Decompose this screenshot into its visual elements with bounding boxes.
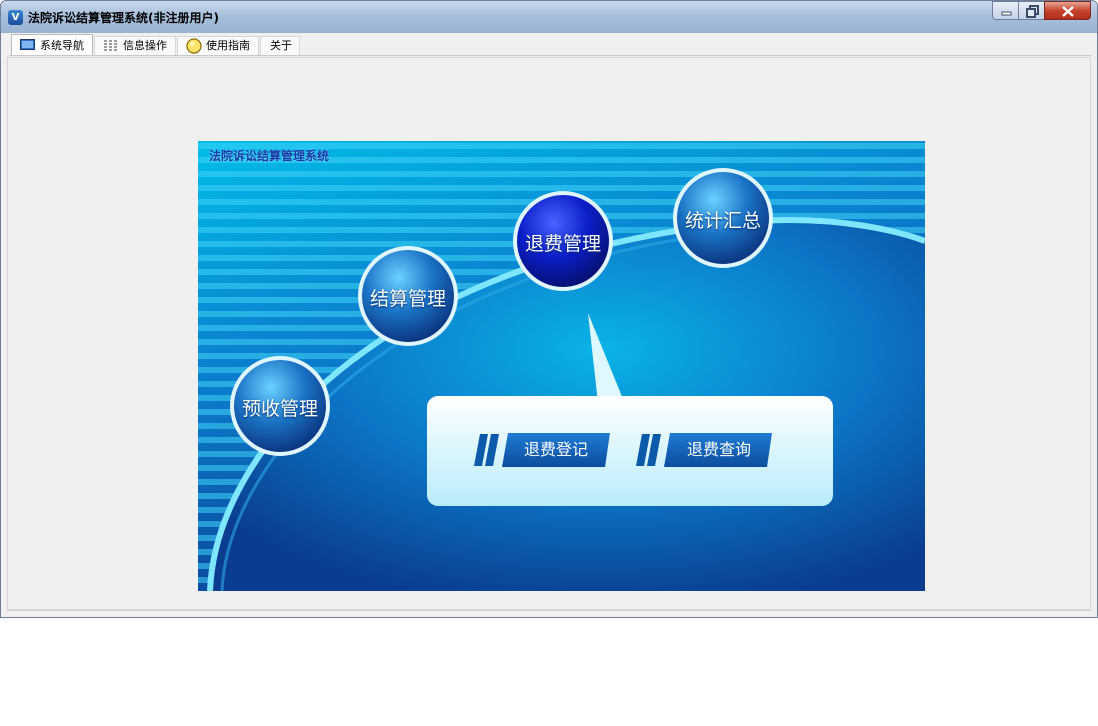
tab-label: 关于 bbox=[270, 39, 292, 52]
module-statistics[interactable]: 统计汇总 bbox=[668, 206, 778, 233]
navigation-banner: 法院诉讼结算管理系统 预收管理 结算管理 退费管理 统计汇总 退费登记 退费查询 bbox=[198, 141, 925, 591]
window-title: 法院诉讼结算管理系统(非注册用户) bbox=[28, 11, 219, 25]
title-bar[interactable]: V 法院诉讼结算管理系统(非注册用户) bbox=[1, 1, 1097, 33]
minimize-icon bbox=[1001, 11, 1012, 16]
app-logo-icon: V bbox=[8, 10, 23, 25]
minimize-button[interactable] bbox=[992, 1, 1019, 20]
refund-query-button[interactable]: 退费查询 bbox=[687, 433, 751, 467]
monitor-icon bbox=[20, 39, 35, 50]
tab-user-guide[interactable]: 使用指南 bbox=[177, 36, 259, 55]
tab-label: 使用指南 bbox=[206, 39, 250, 52]
module-refund[interactable]: 退费管理 bbox=[508, 229, 618, 256]
tab-info-operation[interactable]: 信息操作 bbox=[94, 36, 176, 55]
tab-system-navigation[interactable]: 系统导航 bbox=[11, 34, 93, 55]
close-icon bbox=[1062, 6, 1074, 17]
grid-icon bbox=[104, 40, 117, 51]
tab-bar: 系统导航 信息操作 使用指南 关于 bbox=[9, 34, 1091, 56]
restore-button[interactable] bbox=[1018, 1, 1045, 20]
tab-label: 系统导航 bbox=[40, 39, 84, 52]
close-button[interactable] bbox=[1044, 1, 1091, 20]
lightbulb-icon bbox=[186, 38, 202, 54]
module-settlement[interactable]: 结算管理 bbox=[353, 284, 463, 311]
banner-background bbox=[198, 141, 925, 591]
restore-icon bbox=[1026, 5, 1039, 18]
module-prepayment[interactable]: 预收管理 bbox=[225, 394, 335, 421]
app-window: V 法院诉讼结算管理系统(非注册用户) 系统导航 信息操作 使用指南 关于 法院… bbox=[0, 0, 1098, 618]
refund-register-button[interactable]: 退费登记 bbox=[524, 433, 588, 467]
tab-label: 信息操作 bbox=[123, 39, 167, 52]
banner-title: 法院诉讼结算管理系统 bbox=[209, 149, 330, 163]
status-bar bbox=[7, 610, 1091, 616]
tab-about[interactable]: 关于 bbox=[260, 36, 300, 55]
